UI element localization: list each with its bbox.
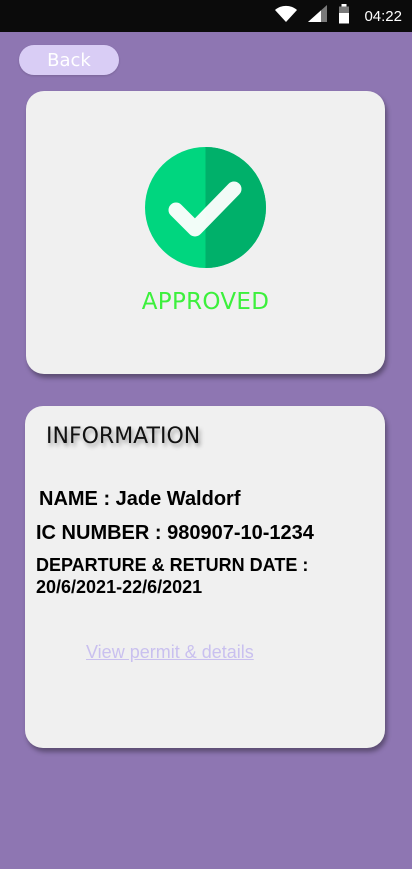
name-field: NAME : Jade Waldorf: [39, 488, 241, 510]
status-card: APPROVED: [26, 91, 385, 374]
status-icons: 04:22: [274, 3, 402, 29]
check-icon: [145, 147, 266, 268]
approval-status: APPROVED: [141, 289, 270, 315]
back-button[interactable]: Back: [19, 45, 119, 75]
travel-date-value: 20/6/2021-22/6/2021: [36, 577, 203, 597]
status-time: 04:22: [364, 7, 402, 25]
information-card: INFORMATION NAME : Jade Waldorf IC NUMBE…: [25, 406, 385, 748]
status-bar: 04:22: [0, 0, 412, 32]
wifi-icon: [274, 5, 298, 28]
travel-date-label: DEPARTURE & RETURN DATE :: [36, 555, 309, 575]
information-title: INFORMATION: [46, 424, 201, 449]
signal-icon: [308, 4, 328, 28]
view-permit-details-link[interactable]: View permit & details: [86, 642, 254, 663]
ic-number-field: IC NUMBER : 980907-10-1234: [36, 522, 314, 544]
battery-icon: [338, 3, 350, 29]
